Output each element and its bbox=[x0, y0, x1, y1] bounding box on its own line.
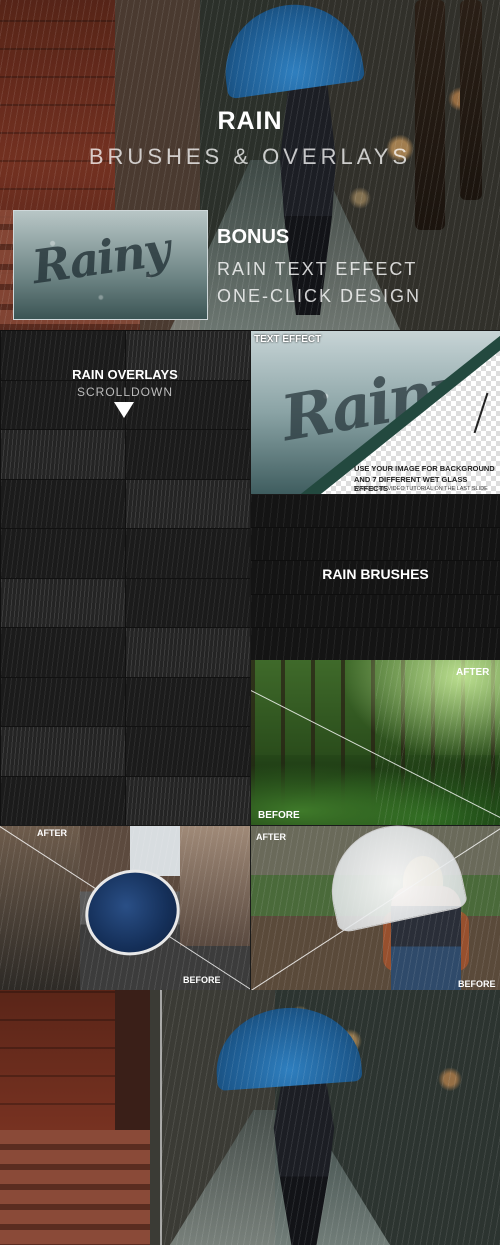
bonus-thumbnail: Rainy bbox=[13, 210, 208, 320]
brush-strip bbox=[251, 627, 500, 660]
brushes-title: RAIN BRUSHES bbox=[322, 566, 429, 582]
overlay-tile bbox=[1, 727, 125, 776]
before-label: BEFORE bbox=[258, 810, 300, 821]
overlay-tile bbox=[1, 479, 125, 528]
rain-overlay bbox=[160, 990, 500, 1245]
rain-overlay bbox=[376, 660, 500, 825]
overlay-tile bbox=[126, 430, 250, 479]
overlay-tile bbox=[1, 677, 125, 726]
overlay-tile bbox=[1, 628, 125, 677]
overlay-tile bbox=[126, 727, 250, 776]
hero-title: RAIN bbox=[217, 107, 283, 135]
bonus-line-1: RAIN TEXT EFFECT bbox=[217, 259, 418, 279]
bonus-line-2: ONE-CLICK DESIGN bbox=[217, 286, 422, 306]
overlay-tile bbox=[1, 529, 125, 578]
overlay-tile bbox=[126, 776, 250, 825]
brush-strip bbox=[251, 594, 500, 627]
text-effect-label: TEXT EFFECT bbox=[254, 334, 322, 345]
bonus-title: BONUS bbox=[217, 226, 290, 248]
bonus-word: Rainy bbox=[28, 221, 172, 295]
overlays-subtitle: SCROLLDOWN bbox=[76, 385, 173, 399]
brush-strip bbox=[251, 528, 500, 561]
overlay-tile bbox=[1, 430, 125, 479]
overlay-tile bbox=[126, 529, 250, 578]
overlays-title: RAIN OVERLAYS bbox=[72, 367, 178, 382]
arrow-down-icon bbox=[114, 402, 134, 418]
overlay-tile bbox=[126, 677, 250, 726]
after-label: AFTER bbox=[456, 667, 490, 678]
overlay-tile bbox=[126, 479, 250, 528]
text-effect-note-3: WATCH THE VIDEO TUTORIAL ON THE LAST SLI… bbox=[354, 486, 488, 492]
text-effect-note-1: USE YOUR IMAGE FOR BACKGROUND bbox=[354, 464, 495, 473]
brick-steps bbox=[0, 1130, 150, 1245]
final-image bbox=[0, 990, 500, 1245]
forest-before-after bbox=[251, 660, 500, 825]
after-label: AFTER bbox=[37, 828, 67, 838]
overlay-tile bbox=[126, 628, 250, 677]
after-label: AFTER bbox=[256, 832, 286, 842]
overlay-tile bbox=[1, 578, 125, 627]
brush-strip bbox=[251, 495, 500, 528]
overlay-tile bbox=[1, 776, 125, 825]
before-label: BEFORE bbox=[183, 975, 221, 985]
before-label: BEFORE bbox=[458, 979, 496, 989]
hero-subtitle: BRUSHES & OVERLAYS bbox=[88, 144, 412, 169]
overlay-tile bbox=[126, 578, 250, 627]
